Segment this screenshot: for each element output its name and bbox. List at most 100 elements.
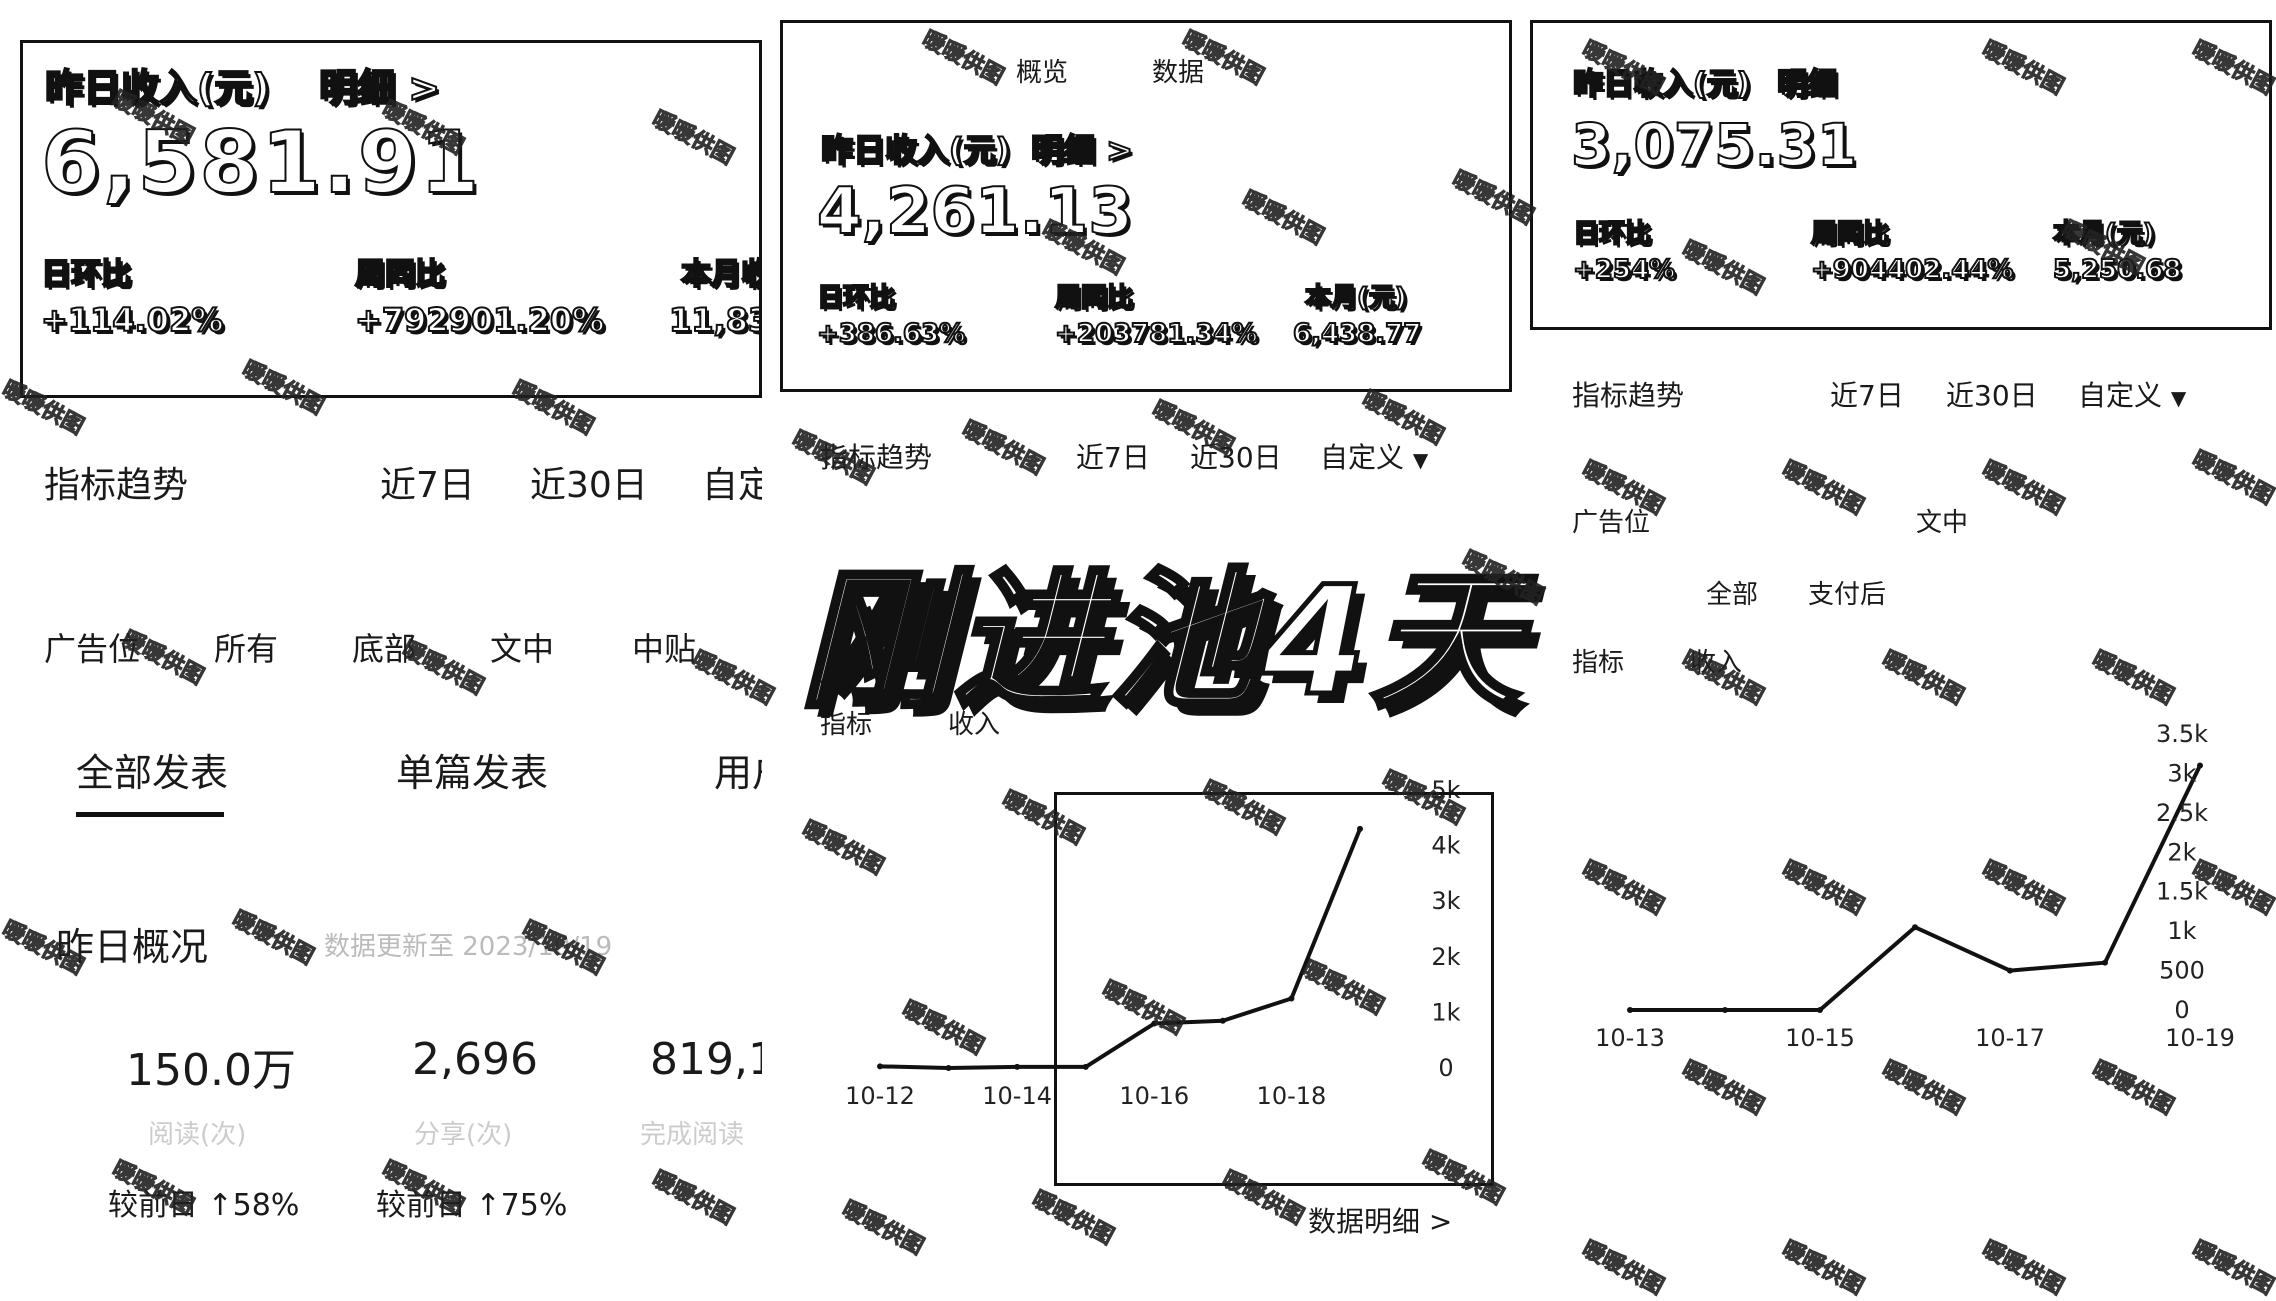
left-trend-title: 指标趋势	[44, 465, 189, 506]
watermark-text: 暖暖供图	[1578, 1236, 1668, 1300]
left-income-card: 昨日收入(元) 明细 > 6,581.91 日环比 周同比 本月收入 +114.…	[20, 40, 762, 398]
left-stat-value: +792901.20%	[354, 300, 605, 340]
right-range-7d[interactable]: 近7日	[1830, 374, 1904, 414]
right-trend-chart: 10-13 10-15 10-17 10-190 500 1k 1.5k 2k 2.5k 3k 3.…	[1595, 720, 2235, 1052]
left-stat-label: 日环比	[40, 256, 132, 293]
watermark-text: 暖暖供图	[1778, 1236, 1868, 1300]
left-stat-value: +114.02%	[40, 300, 224, 340]
overview-title: 昨日概况	[56, 925, 209, 969]
y-tick-label: 3k	[2167, 759, 2196, 787]
right-stat-value: +904402.44%	[1810, 254, 2014, 286]
right-card-detail-link[interactable]: 明细	[1776, 59, 1838, 103]
watermark-text: 暖暖供图	[1878, 646, 1968, 710]
left-ad-position-all[interactable]: 所有	[214, 624, 278, 670]
overlay-title: 刚进池4天	[797, 553, 1525, 732]
right-stat-label: 本月(元)	[2052, 218, 2156, 250]
trend-data-point	[2007, 967, 2013, 974]
watermark-text: 暖暖供图	[958, 416, 1048, 480]
left-stat-value: 11,832	[668, 300, 759, 340]
watermark-text: 暖暖供图	[228, 906, 318, 970]
left-card-detail-link[interactable]: 明细 >	[318, 57, 441, 112]
left-ad-position-inline[interactable]: 文中	[490, 624, 554, 670]
x-tick-label: 10-12	[845, 1082, 915, 1110]
overview-change-reads: 较前日 ↑58%	[108, 1188, 300, 1223]
overview-value-reads: 150.0万	[126, 1045, 296, 1096]
right-metric-label: 指标	[1572, 648, 1625, 678]
x-tick-label: 10-14	[982, 1082, 1052, 1110]
y-tick-label: 2.5k	[2156, 799, 2208, 827]
mid-range-30d[interactable]: 近30日	[1190, 436, 1282, 476]
tab-active-indicator	[76, 812, 224, 817]
mid-card-label: 昨日收入(元)	[820, 130, 1011, 170]
mid-range-custom-label: 自定义	[1320, 441, 1405, 474]
tab-user[interactable]: 用户	[714, 742, 762, 797]
right-income-card: 昨日收入(元) 明细 3,075.31 日环比 周同比 本月(元) +254% …	[1530, 20, 2272, 330]
left-card-amount: 6,581.91	[40, 112, 482, 214]
trend-data-point	[1817, 1007, 1823, 1013]
overview-value-shares: 2,696	[412, 1034, 538, 1085]
left-range-30d[interactable]: 近30日	[530, 456, 648, 508]
right-range-30d[interactable]: 近30日	[1946, 374, 2038, 414]
mid-range-7d[interactable]: 近7日	[1076, 436, 1150, 476]
y-tick-label: 1k	[2167, 917, 2196, 945]
left-ad-position-bottom[interactable]: 底部	[352, 624, 416, 670]
right-stat-label: 周同比	[1810, 218, 1890, 250]
trend-data-point	[1014, 1063, 1021, 1070]
mid-trend-title: 指标趋势	[820, 441, 933, 474]
left-range-custom[interactable]: 自定义	[702, 456, 762, 508]
trend-data-point	[1627, 1007, 1633, 1013]
y-tick-label: 1.5k	[2156, 878, 2208, 906]
left-range-7d[interactable]: 近7日	[380, 456, 475, 508]
right-card-label: 昨日收入(元)	[1572, 66, 1751, 103]
watermark-text: 暖暖供图	[1978, 456, 2068, 520]
x-tick-label: 10-15	[1785, 1024, 1855, 1052]
mid-stat-value: +203781.34%	[1054, 318, 1258, 350]
y-tick-label: 2k	[2167, 838, 2196, 866]
dropdown-caret-icon: ▼	[2170, 386, 2187, 410]
trend-data-point	[945, 1065, 952, 1071]
mid-range-custom[interactable]: 自定义 ▼	[1320, 436, 1428, 476]
left-card-label: 昨日收入(元)	[44, 65, 271, 111]
y-tick-label: 3.5k	[2156, 720, 2208, 748]
right-metric-value[interactable]: 收入	[1690, 642, 1742, 679]
x-tick-label: 10-19	[2165, 1024, 2235, 1052]
mid-chart-highlight-frame	[1054, 792, 1494, 1186]
trend-series-line	[1630, 764, 2202, 1012]
overview-change-shares: 较前日 ↑75%	[376, 1188, 568, 1223]
watermark-text: 暖暖供图	[1028, 1186, 1118, 1250]
watermark-text: 暖暖供图	[2188, 1236, 2276, 1300]
y-tick-label: 0	[2174, 996, 2189, 1024]
tab-single-publish[interactable]: 单篇发表	[396, 742, 548, 797]
right-ad-position-label: 广告位	[1572, 508, 1651, 538]
mid-card-amount: 4,261.13	[816, 174, 1134, 250]
right-ad-position-inline[interactable]: 文中	[1916, 502, 1968, 539]
mid-data-detail-link[interactable]: 数据明细 >	[1308, 1200, 1452, 1240]
watermark-text: 暖暖供图	[1978, 1236, 2068, 1300]
overview-label-shares: 分享(次)	[414, 1120, 513, 1150]
right-stat-value: +254%	[1572, 254, 1676, 286]
overview-value-completed: 819,1	[650, 1034, 762, 1085]
overview-label-completed: 完成阅读	[640, 1120, 745, 1150]
left-stat-label: 本月收入	[680, 256, 759, 293]
mid-stat-label: 本月(元)	[1304, 282, 1408, 314]
right-stat-value: 5,250.68	[2052, 254, 2182, 286]
y-tick-label: 500	[2159, 957, 2205, 985]
mid-stat-value: 6,438.77	[1292, 318, 1422, 350]
left-stat-label: 周同比	[354, 256, 446, 293]
watermark-text: 暖暖供图	[2188, 446, 2276, 510]
dropdown-caret-icon: ▼	[1412, 448, 1429, 472]
watermark-text: 暖暖供图	[648, 1166, 738, 1230]
mid-stat-label: 日环比	[816, 282, 896, 314]
trend-data-point	[1722, 1007, 1728, 1013]
watermark-text: 暖暖供图	[2088, 646, 2178, 710]
overview-label-reads: 阅读(次)	[148, 1120, 247, 1150]
mid-card-detail-link[interactable]: 明细 >	[1030, 125, 1134, 171]
tab-all-publish[interactable]: 全部发表	[76, 742, 228, 797]
right-ad-timing-after-pay[interactable]: 支付后	[1808, 574, 1886, 611]
right-ad-timing-all[interactable]: 全部	[1706, 574, 1758, 611]
right-range-custom[interactable]: 自定义 ▼	[2078, 374, 2186, 414]
x-tick-label: 10-17	[1975, 1024, 2045, 1052]
right-stat-label: 日环比	[1572, 218, 1652, 250]
watermark-text: 暖暖供图	[1878, 1056, 1968, 1120]
left-ad-position-mid[interactable]: 中贴	[632, 624, 696, 670]
